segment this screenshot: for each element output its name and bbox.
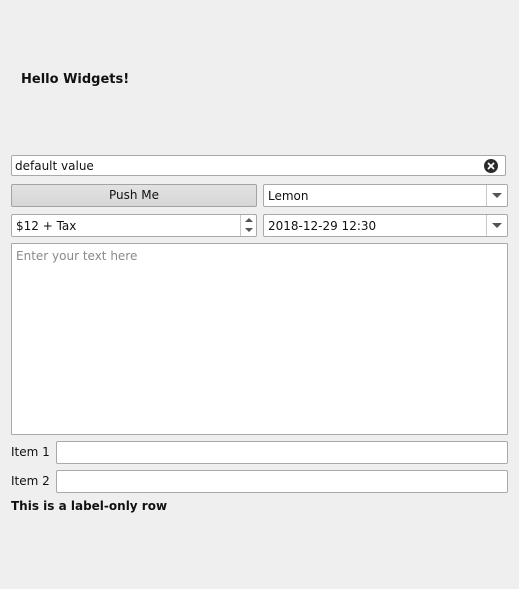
chevron-down-icon xyxy=(492,193,502,198)
text-line-edit[interactable]: default value xyxy=(11,155,506,176)
main-window: Hello Widgets! default value Push Me Lem… xyxy=(0,0,519,589)
multiline-text-area[interactable]: Enter your text here xyxy=(11,243,508,435)
datetime-combo-box[interactable]: 2018-12-29 12:30 xyxy=(263,214,508,237)
spin-down-arrow-icon xyxy=(245,228,253,232)
price-spin-box[interactable]: $12 + Tax xyxy=(11,214,257,237)
text-area-placeholder: Enter your text here xyxy=(16,249,138,263)
label-only-row: This is a label-only row xyxy=(11,499,168,513)
datetime-value: 2018-12-29 12:30 xyxy=(268,219,377,233)
chevron-down-icon xyxy=(492,223,502,228)
spin-down-button[interactable] xyxy=(241,225,256,235)
push-me-button[interactable]: Push Me xyxy=(11,184,257,207)
spin-up-button[interactable] xyxy=(241,215,256,225)
form-field-item-1[interactable] xyxy=(56,441,508,464)
fruit-combo-value: Lemon xyxy=(268,189,309,203)
fruit-combo-box[interactable]: Lemon xyxy=(263,184,508,207)
spin-up-arrow-icon xyxy=(245,218,253,222)
heading-label: Hello Widgets! xyxy=(21,72,130,87)
form-label-item-2: Item 2 xyxy=(11,474,50,488)
form-field-item-2[interactable] xyxy=(56,470,508,493)
spin-buttons xyxy=(240,215,256,236)
clear-icon[interactable] xyxy=(484,159,498,173)
spin-box-value: $12 + Tax xyxy=(16,219,77,233)
datetime-dropdown-button[interactable] xyxy=(486,215,507,236)
line-edit-value: default value xyxy=(15,159,94,173)
fruit-combo-dropdown-button[interactable] xyxy=(486,185,507,206)
form-label-item-1: Item 1 xyxy=(11,445,50,459)
